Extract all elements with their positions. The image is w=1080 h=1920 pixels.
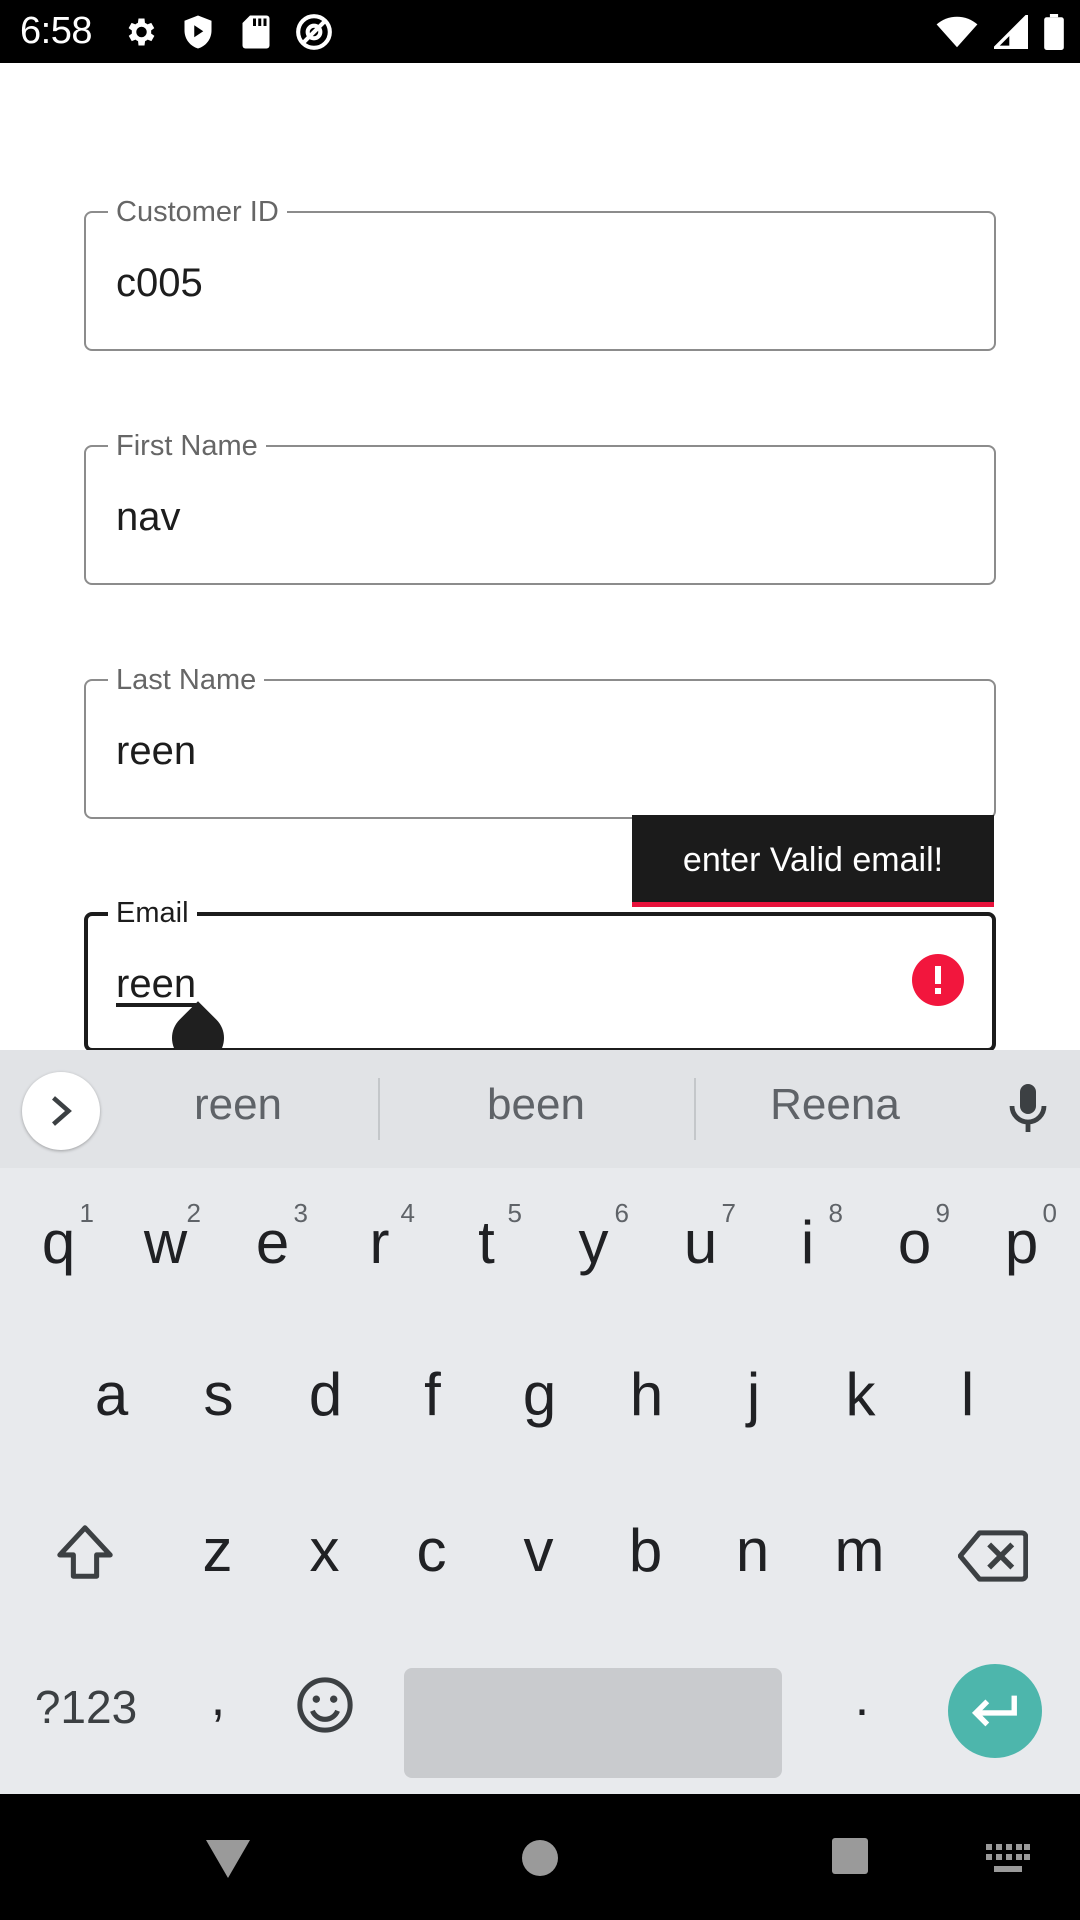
customer-id-field[interactable]: Customer ID c005 (84, 195, 996, 351)
cellular-signal-icon (994, 12, 1028, 52)
suggestion-2[interactable]: been (446, 1080, 626, 1130)
enter-icon (971, 1695, 1017, 1727)
email-value: reen (116, 962, 197, 1006)
key-f[interactable]: f (379, 1360, 486, 1429)
suggestion-bar: reen been Reena (0, 1050, 1080, 1168)
space-key[interactable] (404, 1668, 782, 1778)
suggestion-divider (694, 1078, 696, 1140)
key-g[interactable]: g (486, 1360, 593, 1429)
key-a[interactable]: a (58, 1360, 165, 1429)
key-h[interactable]: h (593, 1360, 700, 1429)
key-number-hint: 1 (79, 1198, 94, 1228)
key-d[interactable]: d (272, 1360, 379, 1429)
error-message: enter Valid email! (682, 841, 944, 879)
key-number-hint: 9 (935, 1198, 950, 1228)
period-key[interactable]: . (842, 1668, 882, 1728)
key-i[interactable]: i8 (754, 1198, 861, 1277)
customer-id-label: Customer ID (108, 195, 287, 229)
key-l[interactable]: l (914, 1360, 1021, 1429)
wifi-icon (936, 12, 978, 52)
first-name-value: nav (116, 495, 181, 539)
key-k[interactable]: k (807, 1360, 914, 1429)
microphone-icon[interactable] (1004, 1082, 1052, 1139)
key-label: w (143, 1209, 188, 1276)
key-j[interactable]: j (700, 1360, 807, 1429)
key-label: r (369, 1209, 390, 1276)
gear-icon (120, 12, 160, 52)
key-s[interactable]: s (165, 1360, 272, 1429)
key-number-hint: 0 (1042, 1198, 1057, 1228)
error-icon[interactable] (912, 954, 964, 1006)
backspace-icon (958, 1530, 1028, 1582)
key-number-hint: 8 (828, 1198, 843, 1228)
key-number-hint: 7 (721, 1198, 736, 1228)
key-p[interactable]: p0 (968, 1198, 1075, 1277)
key-label: p (1004, 1209, 1039, 1276)
key-label: u (683, 1209, 718, 1276)
back-triangle-icon[interactable] (204, 1838, 252, 1880)
email-label: Email (108, 896, 197, 930)
key-c[interactable]: c (378, 1516, 485, 1585)
first-name-field[interactable]: First Name nav (84, 429, 996, 585)
keyboard-switch-icon[interactable] (986, 1844, 1030, 1874)
sd-card-icon (236, 12, 276, 52)
key-number-hint: 6 (614, 1198, 629, 1228)
backspace-key[interactable] (956, 1526, 1030, 1586)
status-time: 6:58 (20, 10, 92, 52)
key-label: y (578, 1209, 609, 1276)
last-name-label: Last Name (108, 663, 265, 697)
shift-icon (57, 1525, 113, 1579)
first-name-label: First Name (108, 429, 266, 463)
key-q[interactable]: q1 (5, 1198, 112, 1277)
error-tooltip: enter Valid email! (632, 815, 994, 907)
key-v[interactable]: v (485, 1516, 592, 1585)
key-m[interactable]: m (806, 1516, 913, 1585)
enter-key[interactable] (948, 1664, 1042, 1758)
play-protect-icon (178, 12, 218, 52)
status-bar: 6:58 (0, 0, 1080, 63)
recents-square-icon[interactable] (830, 1836, 870, 1876)
key-number-hint: 5 (507, 1198, 522, 1228)
battery-icon (1044, 12, 1064, 52)
key-o[interactable]: o9 (861, 1198, 968, 1277)
comma-key[interactable]: , (198, 1668, 238, 1728)
key-label: o (897, 1209, 932, 1276)
expand-toolbar-button[interactable] (22, 1072, 100, 1150)
last-name-field[interactable]: Last Name reen (84, 663, 996, 819)
customer-id-value: c005 (116, 261, 203, 305)
key-w[interactable]: w2 (112, 1198, 219, 1277)
key-b[interactable]: b (592, 1516, 699, 1585)
key-n[interactable]: n (699, 1516, 806, 1585)
key-r[interactable]: r4 (326, 1198, 433, 1277)
last-name-value: reen (116, 729, 197, 773)
emoji-icon (297, 1677, 353, 1733)
suggestion-3[interactable]: Reena (740, 1080, 930, 1130)
key-label: q (41, 1209, 76, 1276)
soft-keyboard: reen been Reena q1w2e3r4t5y6u7i8o9p0 asd… (0, 1050, 1080, 1794)
chevron-right-icon (52, 1096, 72, 1126)
key-number-hint: 3 (293, 1198, 308, 1228)
key-e[interactable]: e3 (219, 1198, 326, 1277)
at-sign-icon (294, 12, 334, 52)
symbols-key[interactable]: ?123 (26, 1680, 146, 1734)
home-circle-icon[interactable] (520, 1838, 560, 1878)
key-u[interactable]: u7 (647, 1198, 754, 1277)
key-number-hint: 4 (400, 1198, 415, 1228)
key-x[interactable]: x (271, 1516, 378, 1585)
key-label: t (478, 1209, 495, 1276)
key-number-hint: 2 (186, 1198, 201, 1228)
key-y[interactable]: y6 (540, 1198, 647, 1277)
emoji-key[interactable] (294, 1674, 356, 1736)
suggestion-1[interactable]: reen (158, 1080, 318, 1130)
key-t[interactable]: t5 (433, 1198, 540, 1277)
navigation-bar (0, 1794, 1080, 1920)
key-label: e (255, 1209, 290, 1276)
suggestion-divider (378, 1078, 380, 1140)
key-label: i (800, 1209, 815, 1276)
shift-key[interactable] (52, 1520, 118, 1586)
key-z[interactable]: z (164, 1516, 271, 1585)
